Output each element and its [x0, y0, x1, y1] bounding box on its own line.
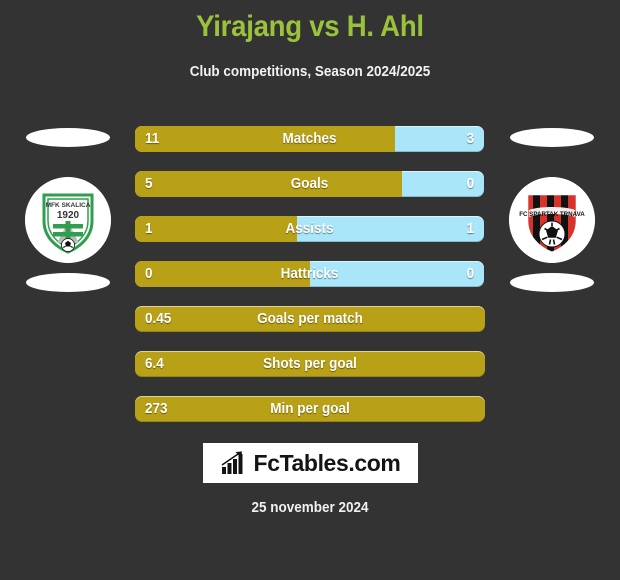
mfk-skalica-crest-icon: MFK SKALICA 1920	[25, 177, 111, 263]
stat-row-goals: 5 Goals 0	[135, 171, 484, 197]
svg-text:MFK SKALICA: MFK SKALICA	[46, 202, 91, 209]
stats-comparison-page: Yirajang vs H. Ahl Club competitions, Se…	[0, 0, 620, 580]
svg-text:FC SPARTAK TRNAVA: FC SPARTAK TRNAVA	[519, 211, 585, 218]
home-logo-bottom-ellipse	[26, 273, 110, 292]
fctables-logo[interactable]: FcTables.com	[203, 443, 418, 483]
home-team-logo: MFK SKALICA 1920	[18, 122, 118, 297]
page-title: Yirajang vs H. Ahl	[196, 10, 424, 43]
away-logo-top-ellipse	[510, 128, 594, 147]
stat-label-matches: Matches	[282, 131, 337, 147]
stat-row-goals-per-match: 0.45 Goals per match	[135, 306, 485, 332]
away-logo-bottom-ellipse	[510, 273, 594, 292]
stat-label-goals-per-match: Goals per match	[257, 311, 363, 327]
svg-text:1920: 1920	[57, 210, 80, 221]
stat-row-assists: 1 Assists 1	[135, 216, 484, 242]
stat-row-shots-per-goal: 6.4 Shots per goal	[135, 351, 485, 377]
stat-away-value-hattricks: 0	[466, 266, 474, 282]
bar-chart-growth-icon	[221, 451, 243, 474]
home-logo-top-ellipse	[26, 128, 110, 147]
home-crest-circle: MFK SKALICA 1920	[25, 177, 111, 263]
stat-away-value-goals: 0	[466, 176, 474, 192]
stat-away-value-matches: 3	[466, 131, 474, 147]
stats-bar-list: 11 Matches 3 5 Goals 0 1 Assists 1 0 Hat…	[135, 126, 485, 441]
report-date: 25 november 2024	[251, 500, 369, 516]
fctables-logo-text: FcTables.com	[253, 449, 401, 476]
stat-row-min-per-goal: 273 Min per goal	[135, 396, 485, 422]
stat-label-assists: Assists	[285, 221, 334, 237]
fc-spartak-trnava-crest-icon: FC SPARTAK TRNAVA	[509, 177, 595, 263]
stat-label-goals: Goals	[290, 176, 329, 192]
stat-away-value-assists: 1	[466, 221, 474, 237]
stat-row-matches: 11 Matches 3	[135, 126, 484, 152]
stat-label-min-per-goal: Min per goal	[270, 401, 350, 417]
stat-label-hattricks: Hattricks	[280, 266, 339, 282]
away-crest-circle: FC SPARTAK TRNAVA	[509, 177, 595, 263]
page-subtitle: Club competitions, Season 2024/2025	[189, 64, 431, 80]
stat-label-shots-per-goal: Shots per goal	[263, 356, 357, 372]
stat-row-hattricks: 0 Hattricks 0	[135, 261, 484, 287]
away-team-logo: FC SPARTAK TRNAVA	[502, 122, 602, 297]
